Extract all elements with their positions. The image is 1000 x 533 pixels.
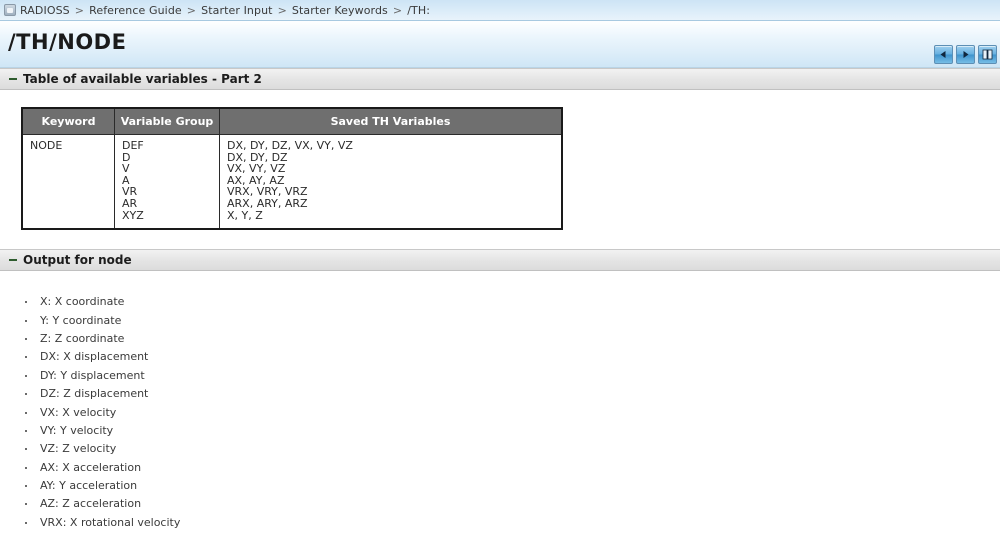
column-header-keyword: Keyword: [21, 107, 115, 135]
minus-icon[interactable]: [8, 74, 18, 85]
list-item: VRX: X rotational velocity: [0, 514, 1000, 532]
saved-variables-list: DX, DY, DZ, VX, VY, VZ DX, DY, DZ VX, VY…: [227, 140, 554, 221]
column-header-saved-th-variables: Saved TH Variables: [219, 107, 563, 135]
list-item: DY: Y displacement: [0, 367, 1000, 385]
table-header-row: Keyword Variable Group Saved TH Variable…: [21, 107, 563, 135]
list-item: DX: X displacement: [0, 348, 1000, 366]
home-icon[interactable]: [4, 4, 16, 16]
variable-group-list: DEF D V A VR AR XYZ: [122, 140, 212, 221]
saved-variables-item: ARX, ARY, ARZ: [227, 196, 308, 210]
list-item: VX: X velocity: [0, 404, 1000, 422]
saved-variables-item: X, Y, Z: [227, 208, 263, 222]
variable-group-item: XYZ: [122, 208, 144, 222]
variables-table-container: Keyword Variable Group Saved TH Variable…: [0, 90, 1000, 231]
list-item: Z: Z coordinate: [0, 330, 1000, 348]
page-header: /TH/NODE: [0, 21, 1000, 68]
cell-variable-group: DEF D V A VR AR XYZ: [114, 134, 220, 230]
list-item: AX: X acceleration: [0, 459, 1000, 477]
list-item: VY: Y velocity: [0, 422, 1000, 440]
variable-group-item: V: [122, 162, 130, 176]
page-title: /TH/NODE: [8, 30, 127, 54]
section-header-output-for-node[interactable]: Output for node: [0, 249, 1000, 272]
column-header-variable-group: Variable Group: [114, 107, 220, 135]
cell-saved-th-variables: DX, DY, DZ, VX, VY, VZ DX, DY, DZ VX, VY…: [219, 134, 563, 230]
list-item: X: X coordinate: [0, 293, 1000, 311]
output-list-container: X: X coordinate Y: Y coordinate Z: Z coo…: [0, 271, 1000, 532]
list-item: AZ: Z acceleration: [0, 495, 1000, 513]
book-icon: [982, 49, 993, 60]
breadcrumb-item-reference-guide[interactable]: Reference Guide: [89, 4, 182, 17]
breadcrumb: RADIOSS > Reference Guide > Starter Inpu…: [4, 4, 430, 17]
breadcrumb-item-radioss[interactable]: RADIOSS: [20, 4, 70, 17]
cell-keyword: NODE: [21, 134, 115, 230]
breadcrumb-separator: >: [392, 3, 403, 17]
breadcrumb-item-starter-keywords[interactable]: Starter Keywords: [292, 4, 388, 17]
section-title: Output for node: [23, 253, 132, 268]
variables-table: Keyword Variable Group Saved TH Variable…: [21, 107, 563, 231]
breadcrumb-item-starter-input[interactable]: Starter Input: [201, 4, 272, 17]
variable-group-item: DEF: [122, 139, 144, 152]
list-item: DZ: Z displacement: [0, 385, 1000, 403]
previous-button[interactable]: [934, 45, 953, 64]
section-header-table-of-variables[interactable]: Table of available variables - Part 2: [0, 68, 1000, 90]
variable-group-item: D: [122, 150, 131, 164]
right-arrow-icon: [963, 51, 969, 58]
show-in-contents-button[interactable]: [978, 45, 997, 64]
table-row: NODE DEF D V A VR AR XYZ DX, DY, DZ, VX,…: [21, 134, 563, 230]
breadcrumb-separator: >: [74, 3, 85, 17]
breadcrumb-separator: >: [186, 3, 197, 17]
section-title: Table of available variables - Part 2: [23, 72, 262, 86]
next-button[interactable]: [956, 45, 975, 64]
breadcrumb-separator: >: [277, 3, 287, 17]
list-item: AY: Y acceleration: [0, 477, 1000, 495]
variable-group-item: AR: [122, 196, 138, 210]
breadcrumb-bar: RADIOSS > Reference Guide > Starter Inpu…: [0, 0, 1000, 21]
navigation-buttons: [934, 45, 997, 64]
left-arrow-icon: [940, 51, 946, 58]
minus-icon[interactable]: [8, 255, 18, 266]
saved-variables-item: DX, DY, DZ, VX, VY, VZ: [227, 139, 353, 152]
breadcrumb-item-current: /TH:: [407, 3, 431, 17]
output-list: X: X coordinate Y: Y coordinate Z: Z coo…: [0, 293, 1000, 532]
list-item: VZ: Z velocity: [0, 440, 1000, 458]
list-item: Y: Y coordinate: [0, 312, 1000, 330]
